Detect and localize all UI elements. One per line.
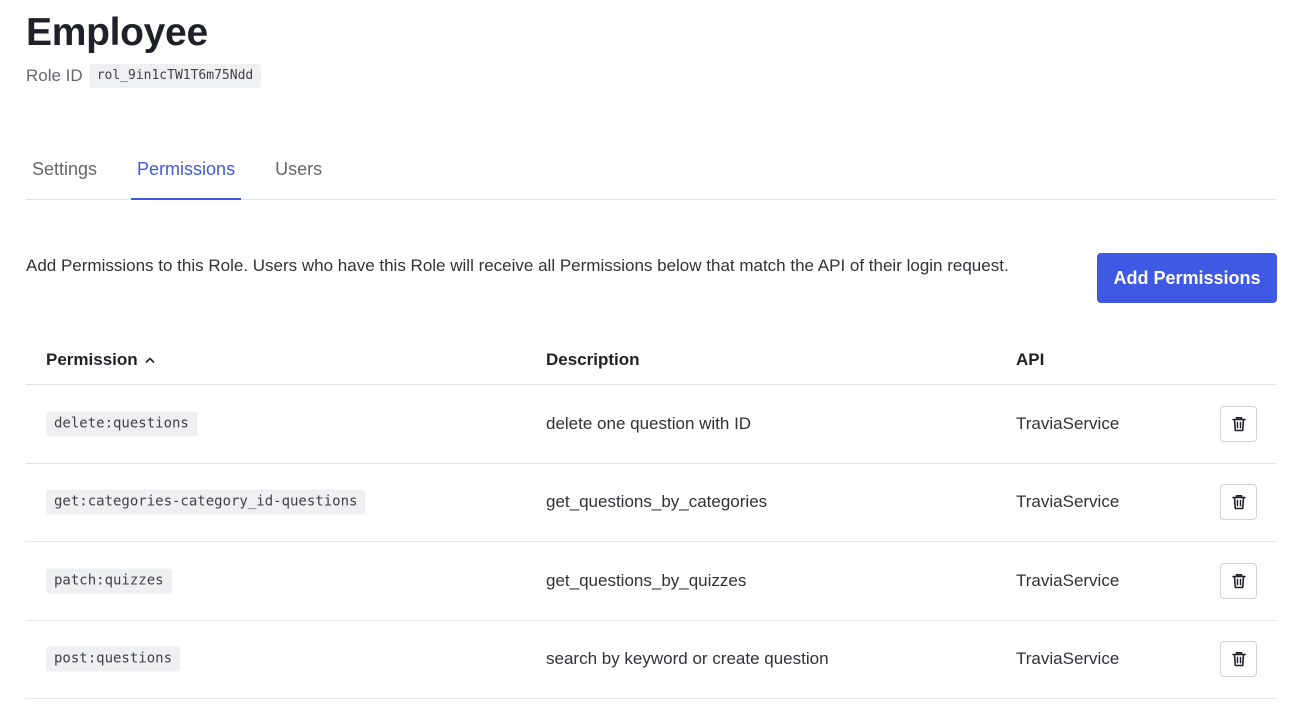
tab-bar: Settings Permissions Users <box>26 148 1277 200</box>
tab-permissions[interactable]: Permissions <box>131 148 242 200</box>
permission-name: patch:quizzes <box>46 568 172 594</box>
delete-permission-button[interactable] <box>1220 405 1257 442</box>
permission-description: search by keyword or create question <box>546 649 829 669</box>
permissions-table: Permission Description API delete:questi… <box>26 336 1277 699</box>
table-row: patch:quizzes get_questions_by_quizzes T… <box>26 542 1277 621</box>
trash-icon <box>1231 652 1246 667</box>
permission-name: post:questions <box>46 646 181 672</box>
permission-name: get:categories-category_id-questions <box>46 489 366 515</box>
chevron-up-icon <box>145 357 154 363</box>
column-header-permission[interactable]: Permission <box>46 349 156 371</box>
permission-description: get_questions_by_quizzes <box>546 570 747 590</box>
role-id-row: Role ID rol_9in1cTW1T6m75Ndd <box>26 64 262 88</box>
permission-api: TraviaService <box>1016 413 1120 433</box>
permission-api: TraviaService <box>1016 649 1120 669</box>
permission-description: get_questions_by_categories <box>546 492 768 512</box>
table-row: post:questions search by keyword or crea… <box>26 621 1277 699</box>
trash-icon <box>1231 416 1246 432</box>
permission-api: TraviaService <box>1016 492 1120 512</box>
table-row: get:categories-category_id-questions get… <box>26 464 1277 542</box>
delete-permission-button[interactable] <box>1220 641 1257 678</box>
role-id-value: rol_9in1cTW1T6m75Ndd <box>88 64 262 88</box>
permissions-intro-text: Add Permissions to this Role. Users who … <box>26 256 1009 275</box>
delete-permission-button[interactable] <box>1220 484 1257 521</box>
add-permissions-button[interactable]: Add Permissions <box>1097 253 1277 303</box>
column-header-permission-label: Permission <box>46 350 138 369</box>
table-row: delete:questions delete one question wit… <box>26 385 1277 464</box>
column-header-description: Description <box>546 350 640 369</box>
table-header: Permission Description API <box>26 336 1277 385</box>
role-id-label: Role ID <box>26 66 83 85</box>
permission-api: TraviaService <box>1016 570 1120 590</box>
column-header-api: API <box>1016 350 1045 369</box>
tab-settings[interactable]: Settings <box>26 148 103 199</box>
trash-icon <box>1231 495 1246 510</box>
page-title: Employee <box>26 11 208 54</box>
role-permissions-page: Employee Role ID rol_9in1cTW1T6m75Ndd Se… <box>0 0 1310 712</box>
permission-name: delete:questions <box>46 411 197 437</box>
tab-users[interactable]: Users <box>269 148 328 199</box>
trash-icon <box>1231 573 1246 589</box>
delete-permission-button[interactable] <box>1220 562 1257 599</box>
permission-description: delete one question with ID <box>546 413 752 433</box>
